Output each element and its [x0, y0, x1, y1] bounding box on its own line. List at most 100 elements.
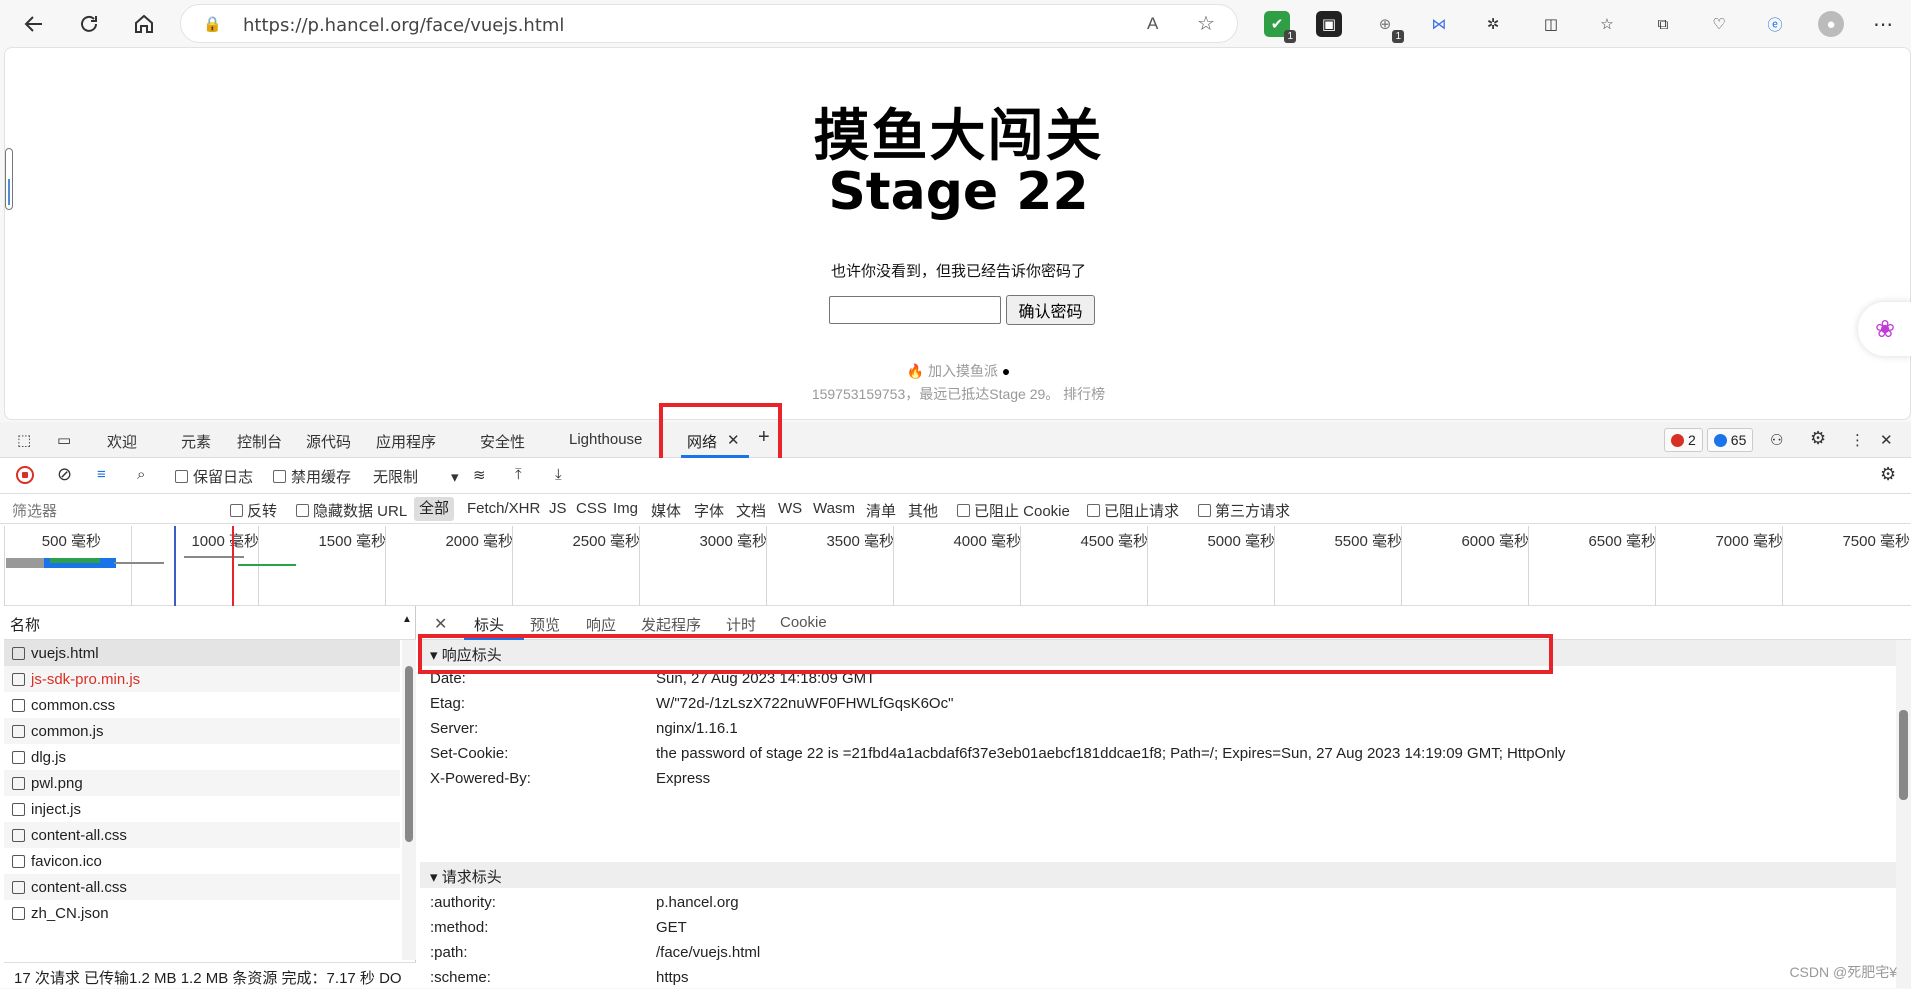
tab-console[interactable]: 控制台 [237, 431, 282, 452]
tab-cookies[interactable]: Cookie [780, 614, 827, 631]
header-value[interactable]: /face/vuejs.html [656, 944, 760, 961]
throttle-select[interactable]: 无限制▾ [373, 466, 459, 487]
header-value[interactable]: W/"72d-/1zLszX722nuWF0FHWLfGqsK6Oc" [656, 695, 953, 712]
extension-icon[interactable]: ▣ [1316, 11, 1342, 37]
third-party-checkbox[interactable]: 第三方请求 [1198, 500, 1290, 521]
tab-sources[interactable]: 源代码 [306, 431, 351, 452]
filter-css[interactable]: CSS [576, 500, 607, 517]
bowtie-extension-icon[interactable]: ⋈ [1426, 11, 1452, 37]
request-row[interactable]: js-sdk-pro.min.js [4, 666, 400, 692]
request-row[interactable]: vuejs.html [4, 640, 400, 666]
tab-initiator[interactable]: 发起程序 [641, 614, 701, 635]
request-row[interactable]: favicon.ico [4, 848, 400, 874]
settings-gear-icon[interactable]: ⚙ [1810, 428, 1826, 449]
filter-all-button[interactable]: 全部 [414, 497, 454, 521]
request-list-header[interactable]: 名称▲ [4, 606, 416, 640]
filter-ws[interactable]: WS [778, 500, 802, 517]
filter-doc[interactable]: 文档 [736, 500, 766, 521]
clear-icon[interactable]: ⊘ [57, 464, 72, 485]
record-icon[interactable] [16, 466, 34, 484]
tab-response[interactable]: 响应 [586, 614, 616, 635]
filter-fetch-xhr[interactable]: Fetch/XHR [467, 500, 540, 517]
home-icon[interactable] [128, 8, 160, 40]
network-settings-icon[interactable]: ⚙ [1880, 464, 1896, 485]
device-toggle-icon[interactable]: ▭ [57, 431, 71, 449]
tab-preview[interactable]: 预览 [530, 614, 560, 635]
filter-manifest[interactable]: 清单 [866, 500, 896, 521]
blocked-requests-checkbox[interactable]: 已阻止请求 [1087, 500, 1179, 521]
error-count-badge[interactable]: 2 [1664, 428, 1703, 452]
search-icon[interactable]: ⌕ [137, 466, 145, 483]
header-value[interactable]: nginx/1.16.1 [656, 720, 738, 737]
devtools-more-icon[interactable]: ⋮ [1850, 431, 1865, 449]
message-count-badge[interactable]: 65 [1707, 428, 1754, 452]
devtools-close-icon[interactable]: ✕ [1880, 431, 1893, 449]
header-value[interactable]: p.hancel.org [656, 894, 739, 911]
blocked-cookies-checkbox[interactable]: 已阻止 Cookie [957, 500, 1070, 521]
collections-icon[interactable]: ⧉ [1650, 11, 1676, 37]
request-row[interactable]: content-all.css [4, 874, 400, 900]
request-row[interactable]: common.js [4, 718, 400, 744]
filter-icon[interactable]: ≡ [97, 466, 106, 483]
close-detail-icon[interactable]: ✕ [434, 614, 447, 634]
brain-assistant-icon[interactable]: ❀ [1858, 302, 1911, 356]
connect-icon[interactable]: ⚇ [1770, 431, 1783, 449]
request-row[interactable]: inject.js [4, 796, 400, 822]
hide-data-url-checkbox[interactable]: 隐藏数据 URL [296, 500, 407, 521]
invert-checkbox[interactable]: 反转 [230, 500, 277, 521]
confirm-password-button[interactable]: 确认密码 [1006, 295, 1095, 325]
request-list-scrollbar[interactable] [402, 640, 416, 960]
disable-cache-checkbox[interactable]: 禁用缓存 [273, 466, 351, 487]
tab-security[interactable]: 安全性 [480, 431, 525, 452]
join-link-label[interactable]: 加入摸鱼派 [928, 363, 998, 379]
export-har-icon[interactable]: ⤓ [555, 466, 562, 483]
shield-extension-icon[interactable]: ✔1 [1264, 11, 1290, 37]
tab-timing[interactable]: 计时 [726, 614, 756, 635]
split-screen-icon[interactable]: ◫ [1538, 11, 1564, 37]
request-list-scroll-thumb[interactable] [405, 666, 413, 842]
inspect-icon[interactable]: ⬚ [17, 431, 31, 449]
header-value[interactable]: Express [656, 770, 710, 787]
join-link[interactable]: 🔥 加入摸鱼派 ● [5, 361, 1911, 381]
request-row[interactable]: zh_CN.json [4, 900, 400, 926]
puzzle-extensions-icon[interactable]: ✲ [1480, 11, 1506, 37]
more-menu-icon[interactable]: ⋯ [1870, 11, 1896, 37]
filter-img[interactable]: Img [613, 500, 638, 517]
filter-media[interactable]: 媒体 [651, 500, 681, 521]
filter-input[interactable]: 筛选器 [12, 500, 212, 521]
lock-icon[interactable]: 🔒 [203, 15, 222, 33]
tab-application[interactable]: 应用程序 [376, 431, 436, 452]
translate-extension-icon[interactable]: ⊕1 [1372, 11, 1398, 37]
request-headers-section[interactable]: ▾ 请求标头 [420, 862, 1896, 888]
request-row[interactable]: pwl.png [4, 770, 400, 796]
tab-welcome[interactable]: 欢迎 [107, 431, 137, 452]
filter-wasm[interactable]: Wasm [813, 500, 855, 517]
request-row[interactable]: dlg.js [4, 744, 400, 770]
password-input[interactable] [829, 296, 1001, 324]
edge-ie-mode-icon[interactable]: ⓔ [1762, 11, 1788, 37]
profile-avatar[interactable]: ● [1818, 11, 1844, 37]
detail-scroll-thumb[interactable] [1899, 710, 1908, 800]
back-icon[interactable] [18, 8, 50, 40]
filter-font[interactable]: 字体 [694, 500, 724, 521]
address-url[interactable]: https://p.hancel.org/face/vuejs.html [243, 15, 564, 36]
detail-scrollbar[interactable] [1896, 640, 1911, 988]
request-row[interactable]: content-all.css [4, 822, 400, 848]
header-value[interactable]: GET [656, 919, 687, 936]
request-row[interactable]: common.css [4, 692, 400, 718]
address-bar[interactable]: 🔒 https://p.hancel.org/face/vuejs.html A… [180, 4, 1238, 43]
refresh-icon[interactable] [73, 8, 105, 40]
page-scrollbar[interactable] [5, 148, 13, 210]
read-aloud-icon[interactable]: A [1147, 14, 1158, 34]
network-timeline[interactable]: 500 毫秒 1000 毫秒 1500 毫秒 2000 毫秒 2500 毫秒 3… [4, 526, 1911, 606]
tab-lighthouse[interactable]: Lighthouse [569, 431, 642, 448]
tab-elements[interactable]: 元素 [181, 431, 211, 452]
import-har-icon[interactable]: ⤒ [515, 466, 522, 483]
header-value[interactable]: the password of stage 22 is =21fbd4a1acb… [656, 745, 1565, 762]
browser-essentials-icon[interactable]: ♡ [1706, 11, 1732, 37]
filter-js[interactable]: JS [549, 500, 567, 517]
header-value[interactable]: https [656, 969, 689, 986]
favorites-icon[interactable]: ☆ [1594, 11, 1620, 37]
preserve-log-checkbox[interactable]: 保留日志 [175, 466, 253, 487]
favorite-star-icon[interactable]: ☆ [1197, 11, 1215, 36]
